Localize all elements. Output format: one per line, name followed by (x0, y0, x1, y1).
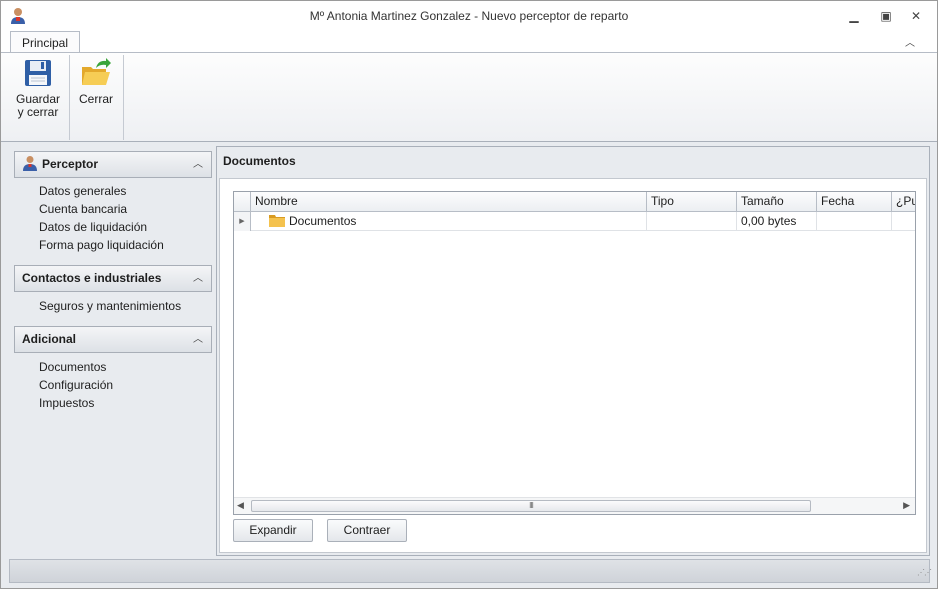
cell-nombre: Documentos (251, 212, 647, 231)
scroll-grip: III (529, 501, 534, 510)
status-bar: ⋰⋰ (9, 559, 932, 583)
horizontal-scrollbar[interactable]: ◀ III ▶ (234, 497, 915, 514)
title-bar: Mº Antonia Martinez Gonzalez - Nuevo per… (1, 1, 937, 31)
user-icon (23, 156, 37, 171)
nav-item-seguros[interactable]: Seguros y mantenimientos (39, 299, 181, 313)
table-row[interactable]: ▶ Documentos 0,00 bytes (234, 212, 915, 231)
column-header-nombre[interactable]: Nombre (251, 192, 647, 212)
app-window: Mº Antonia Martinez Gonzalez - Nuevo per… (0, 0, 938, 589)
chevron-up-icon[interactable]: ︿ (193, 327, 203, 352)
window-title: Mº Antonia Martinez Gonzalez - Nuevo per… (309, 9, 629, 23)
column-header-publico[interactable]: ¿Pul (892, 192, 915, 212)
cell-tipo (647, 212, 737, 231)
cell-fecha (817, 212, 892, 231)
scroll-thumb[interactable]: III (251, 500, 811, 512)
expand-button[interactable]: Expandir (233, 519, 313, 542)
close-button-label: Cerrar (78, 92, 113, 106)
nav-item-impuestos[interactable]: Impuestos (39, 396, 94, 410)
grid-header: Nombre Tipo Tamaño Fecha ¿Pul (234, 192, 915, 212)
navigation-pane: Perceptor ︿ Datos generales Cuenta banca… (9, 146, 216, 554)
nav-group-title: Adicional (22, 332, 77, 346)
save-button-label-2: y cerrar (17, 105, 59, 119)
column-header-tipo[interactable]: Tipo (647, 192, 737, 212)
minimize-icon[interactable]: ▁ (846, 8, 862, 24)
documents-panel: Nombre Tipo Tamaño Fecha ¿Pul ▶ Document… (219, 178, 927, 553)
column-header-fecha[interactable]: Fecha (817, 192, 892, 212)
scroll-left-icon[interactable]: ◀ (237, 500, 244, 511)
nav-group-contactos[interactable]: Contactos e industriales ︿ (14, 265, 212, 292)
close-icon[interactable]: ✕ (908, 8, 924, 24)
maximize-icon[interactable]: ▣ (878, 8, 894, 24)
nav-item-datos-generales[interactable]: Datos generales (39, 184, 126, 198)
nav-item-cuenta-bancaria[interactable]: Cuenta bancaria (39, 202, 127, 216)
nav-group-title: Perceptor (42, 157, 99, 171)
scroll-right-icon[interactable]: ▶ (903, 500, 910, 511)
nav-item-forma-pago[interactable]: Forma pago liquidación (39, 238, 164, 252)
chevron-up-icon[interactable]: ︿ (903, 34, 917, 49)
chevron-up-icon[interactable]: ︿ (193, 152, 203, 177)
folder-name: Documentos (289, 214, 357, 228)
nav-group-adicional[interactable]: Adicional ︿ (14, 326, 212, 353)
nav-item-datos-liquidacion[interactable]: Datos de liquidación (39, 220, 147, 234)
save-and-close-button[interactable]: Guardar y cerrar (11, 57, 65, 119)
open-folder-arrow-icon (82, 58, 111, 85)
ribbon-separator (123, 55, 124, 140)
nav-item-documentos[interactable]: Documentos (39, 360, 106, 374)
cell-publico (892, 212, 915, 231)
floppy-disk-icon (25, 60, 51, 86)
tab-principal[interactable]: Principal (10, 31, 81, 53)
grid-indicator-header (234, 192, 251, 212)
nav-group-perceptor[interactable]: Perceptor ︿ (14, 151, 212, 178)
nav-item-configuracion[interactable]: Configuración (39, 378, 113, 392)
resize-grip-icon[interactable]: ⋰⋰ (917, 569, 932, 580)
ribbon-tab-strip: Principal ︿ (1, 31, 937, 53)
documents-tree-grid[interactable]: Nombre Tipo Tamaño Fecha ¿Pul ▶ Document… (233, 191, 916, 515)
nav-group-title: Contactos e industriales (22, 271, 162, 285)
column-header-tamano[interactable]: Tamaño (737, 192, 817, 212)
page-title: Documentos (223, 154, 296, 168)
expand-arrow-icon[interactable]: ▶ (234, 212, 251, 231)
cell-tamano: 0,00 bytes (737, 212, 817, 231)
chevron-up-icon[interactable]: ︿ (193, 266, 203, 291)
collapse-button[interactable]: Contraer (327, 519, 407, 542)
content-panel: Documentos Nombre Tipo Tamaño Fecha ¿Pul… (216, 146, 930, 556)
folder-icon (269, 215, 285, 227)
ribbon-toolbar: Guardar y cerrar Cerrar (1, 52, 937, 142)
close-button[interactable]: Cerrar (73, 57, 119, 106)
ribbon-separator (69, 55, 70, 140)
